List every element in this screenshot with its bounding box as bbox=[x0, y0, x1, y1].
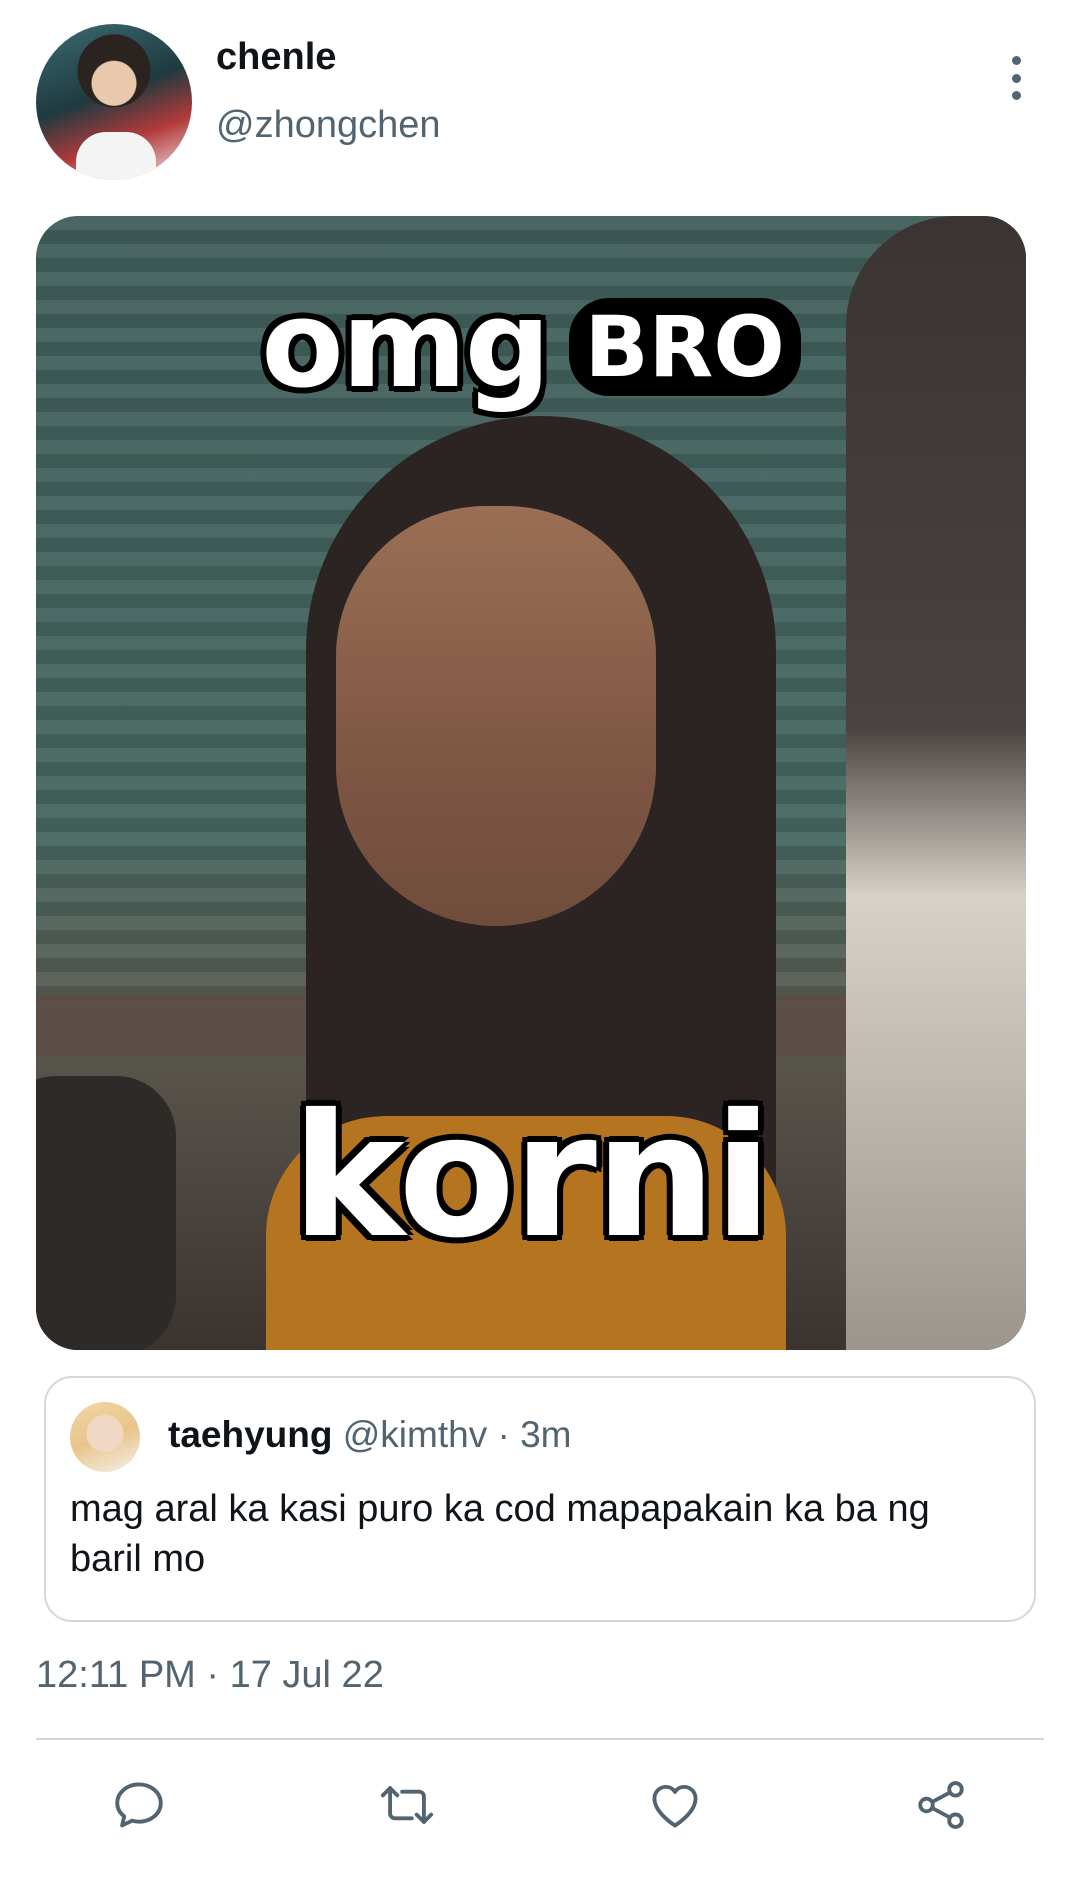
like-button[interactable] bbox=[640, 1770, 710, 1840]
quoted-tweet-text: mag aral ka kasi puro ka cod mapapakain … bbox=[70, 1488, 930, 1580]
quoted-tweet[interactable]: taehyung @kimthv · 3m mag aral ka kasi p… bbox=[44, 1376, 1036, 1622]
more-dot bbox=[1011, 73, 1021, 83]
share-icon bbox=[918, 1781, 964, 1829]
quoted-tweet-meta: taehyung @kimthv · 3m bbox=[168, 1414, 572, 1456]
quoted-author-name[interactable]: taehyung bbox=[168, 1414, 332, 1455]
like-icon bbox=[652, 1784, 698, 1828]
tweet-media-image[interactable]: omg BRO korni bbox=[36, 216, 1026, 1350]
meme-caption-bottom: korni bbox=[291, 1078, 772, 1276]
quoted-tweet-age: 3m bbox=[520, 1414, 572, 1455]
retweet-icon bbox=[380, 1786, 434, 1824]
share-button[interactable] bbox=[906, 1770, 976, 1840]
media-person-face bbox=[336, 506, 656, 926]
reply-button[interactable] bbox=[104, 1770, 174, 1840]
meme-caption-top: omg BRO bbox=[36, 276, 1026, 415]
meme-caption-sticker: BRO bbox=[568, 298, 801, 396]
retweet-button[interactable] bbox=[372, 1770, 442, 1840]
quoted-author-handle[interactable]: @kimthv bbox=[343, 1414, 487, 1455]
tweet-timestamp[interactable]: 12:11 PM · 17 Jul 22 bbox=[36, 1654, 384, 1697]
meta-separator: · bbox=[487, 1414, 521, 1455]
meme-caption-top-text: omg bbox=[261, 276, 550, 415]
more-options-icon[interactable] bbox=[1000, 56, 1032, 100]
tweet-actions-bar bbox=[0, 1770, 1080, 1840]
author-avatar[interactable] bbox=[36, 24, 192, 180]
author-handle[interactable]: @zhongchen bbox=[216, 104, 441, 147]
reply-icon bbox=[115, 1782, 163, 1828]
author-name[interactable]: chenle bbox=[216, 36, 336, 79]
divider bbox=[36, 1738, 1044, 1740]
more-dot bbox=[1011, 56, 1021, 65]
tweet-header: chenle @zhongchen bbox=[0, 0, 1080, 200]
quoted-author-avatar[interactable] bbox=[70, 1402, 140, 1472]
more-dot bbox=[1011, 91, 1021, 100]
